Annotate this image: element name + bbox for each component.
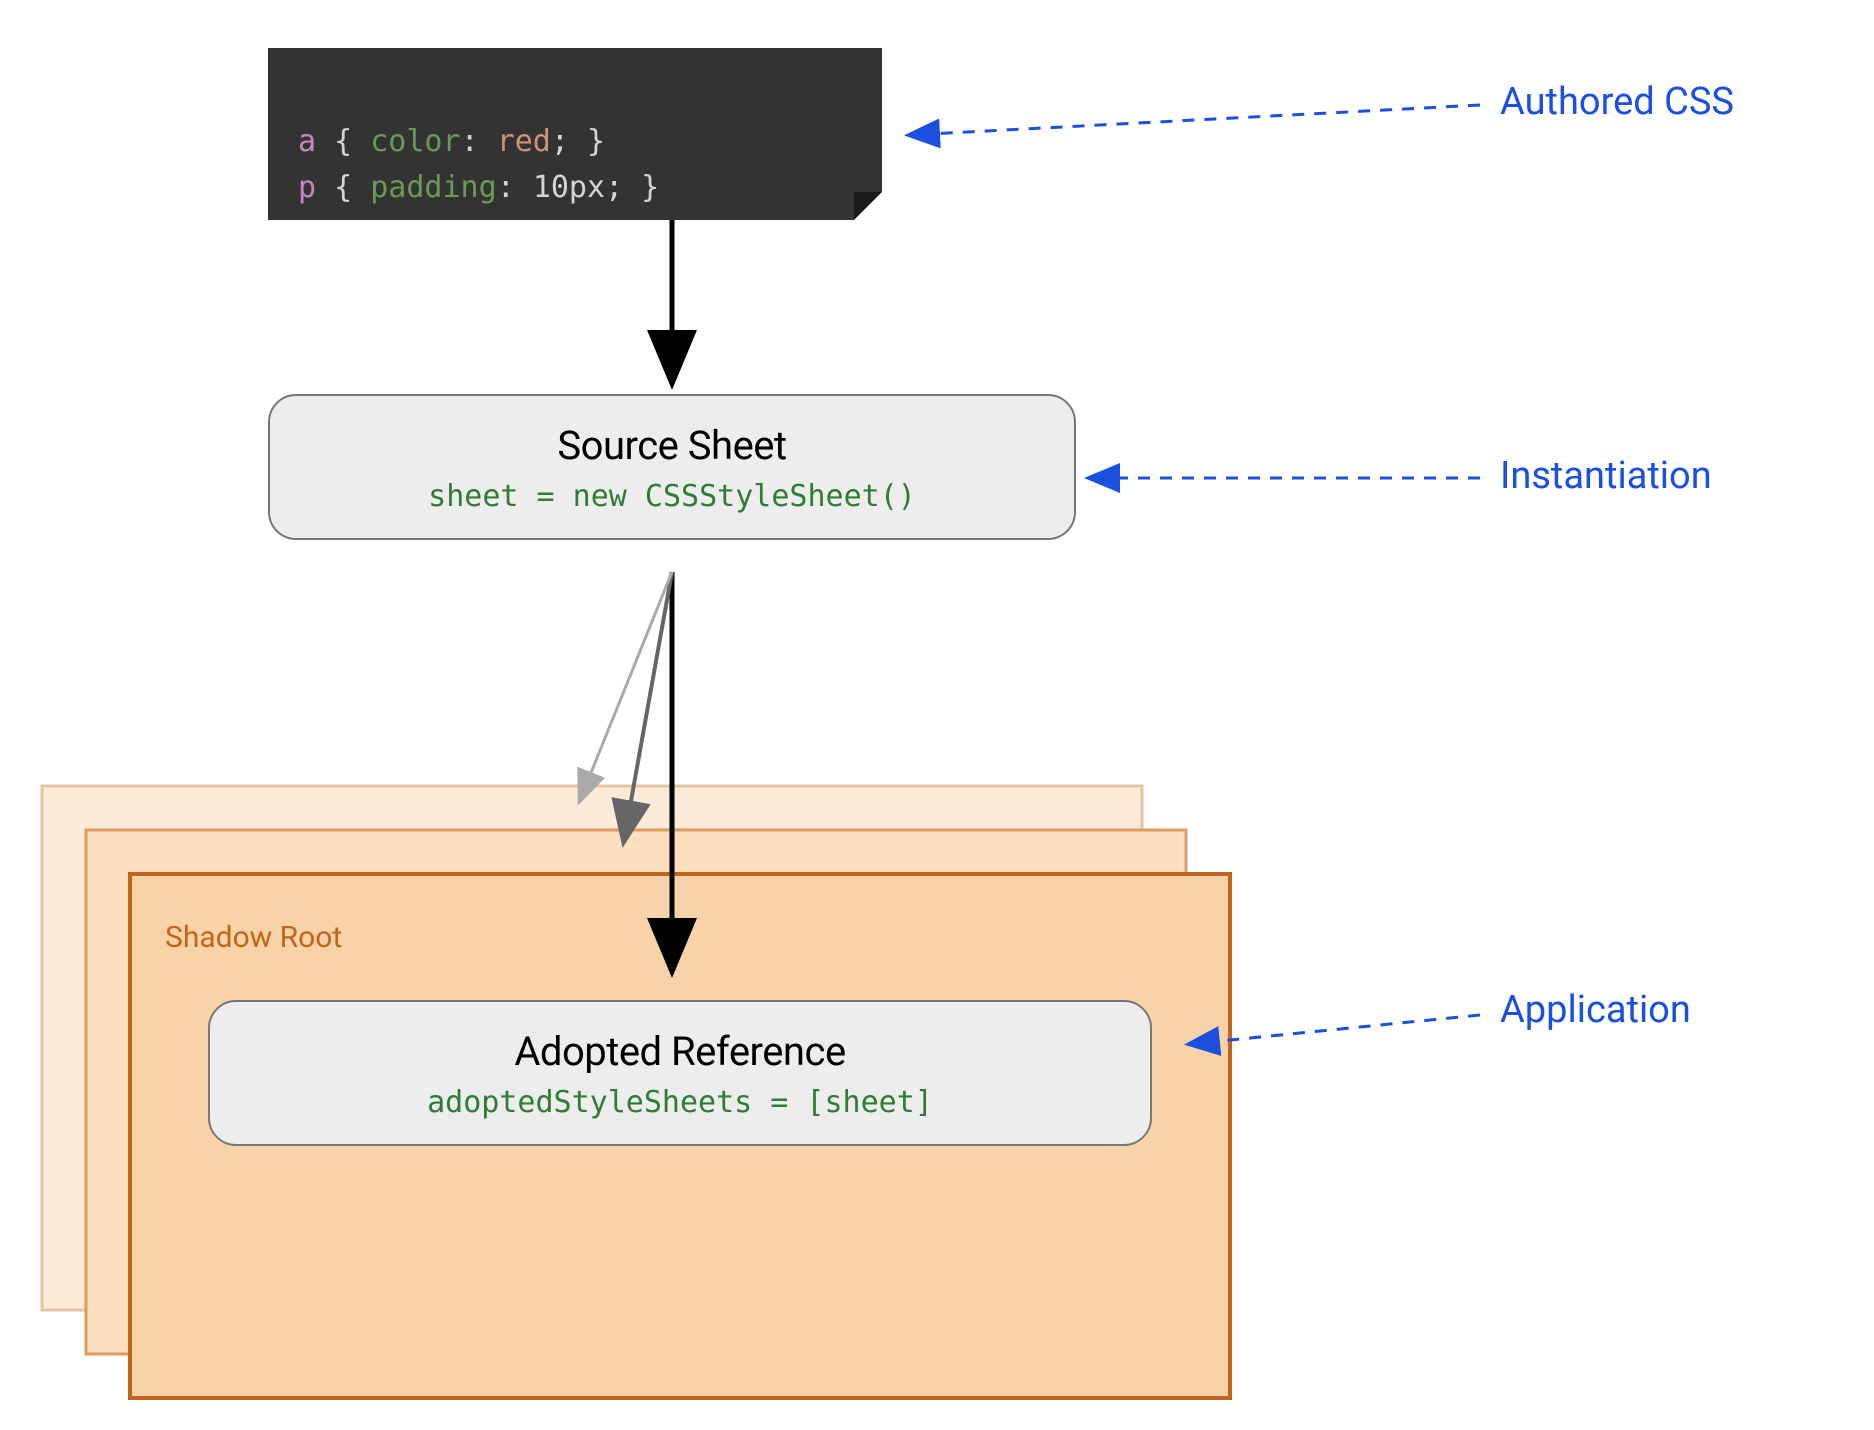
shadow-root-label: Shadow Root (165, 920, 342, 955)
code-line1-value: red (497, 124, 551, 159)
adopted-reference-box: Adopted Reference adoptedStyleSheets = [… (208, 1000, 1152, 1146)
annotation-application: Application (1500, 988, 1691, 1032)
adopted-reference-code: adoptedStyleSheets = [sheet] (230, 1085, 1130, 1120)
code-line2-prop: padding (370, 170, 496, 205)
adopted-reference-title: Adopted Reference (230, 1028, 1130, 1075)
page-fold-icon (854, 192, 882, 220)
annotation-instantiation: Instantiation (1500, 454, 1712, 498)
code-line1-prop: color (370, 124, 460, 159)
authored-css-code-block: a { color: red; } p { padding: 10px; } (268, 48, 882, 220)
code-line2-selector: p (298, 170, 316, 205)
source-sheet-title: Source Sheet (290, 422, 1054, 469)
code-line2-value: 10px (533, 170, 605, 205)
code-line1-selector: a (298, 124, 316, 159)
source-sheet-code: sheet = new CSSStyleSheet() (290, 479, 1054, 514)
source-sheet-box: Source Sheet sheet = new CSSStyleSheet() (268, 394, 1076, 540)
annotation-authored-css: Authored CSS (1500, 80, 1734, 124)
